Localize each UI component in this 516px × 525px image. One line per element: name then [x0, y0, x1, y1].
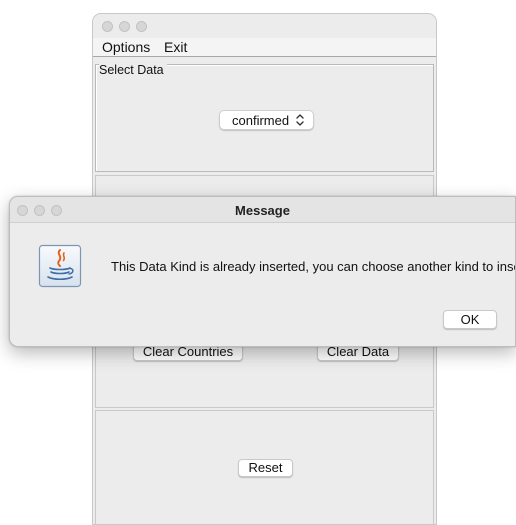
menu-bar: Options Exit	[93, 38, 436, 57]
select-data-panel: Select Data confirmed	[95, 63, 434, 172]
dialog-titlebar: Message	[10, 197, 515, 223]
reset-panel: Reset	[95, 410, 434, 524]
data-kind-select[interactable]: confirmed	[219, 110, 314, 130]
java-icon	[38, 244, 82, 288]
menu-exit[interactable]: Exit	[164, 39, 187, 55]
close-window-button[interactable]	[102, 21, 113, 32]
data-kind-select-value: confirmed	[232, 113, 290, 128]
reset-button[interactable]: Reset	[238, 459, 293, 477]
menu-options[interactable]: Options	[102, 39, 150, 55]
minimize-window-button[interactable]	[119, 21, 130, 32]
message-dialog: Message This Data Kind is already insert…	[9, 196, 516, 347]
main-titlebar	[93, 14, 436, 38]
ok-button[interactable]: OK	[443, 310, 497, 329]
dialog-message: This Data Kind is already inserted, you …	[111, 259, 516, 274]
select-updown-icon	[296, 114, 304, 126]
dialog-title: Message	[235, 203, 290, 218]
select-data-legend: Select Data	[99, 63, 167, 77]
zoom-window-button[interactable]	[136, 21, 147, 32]
